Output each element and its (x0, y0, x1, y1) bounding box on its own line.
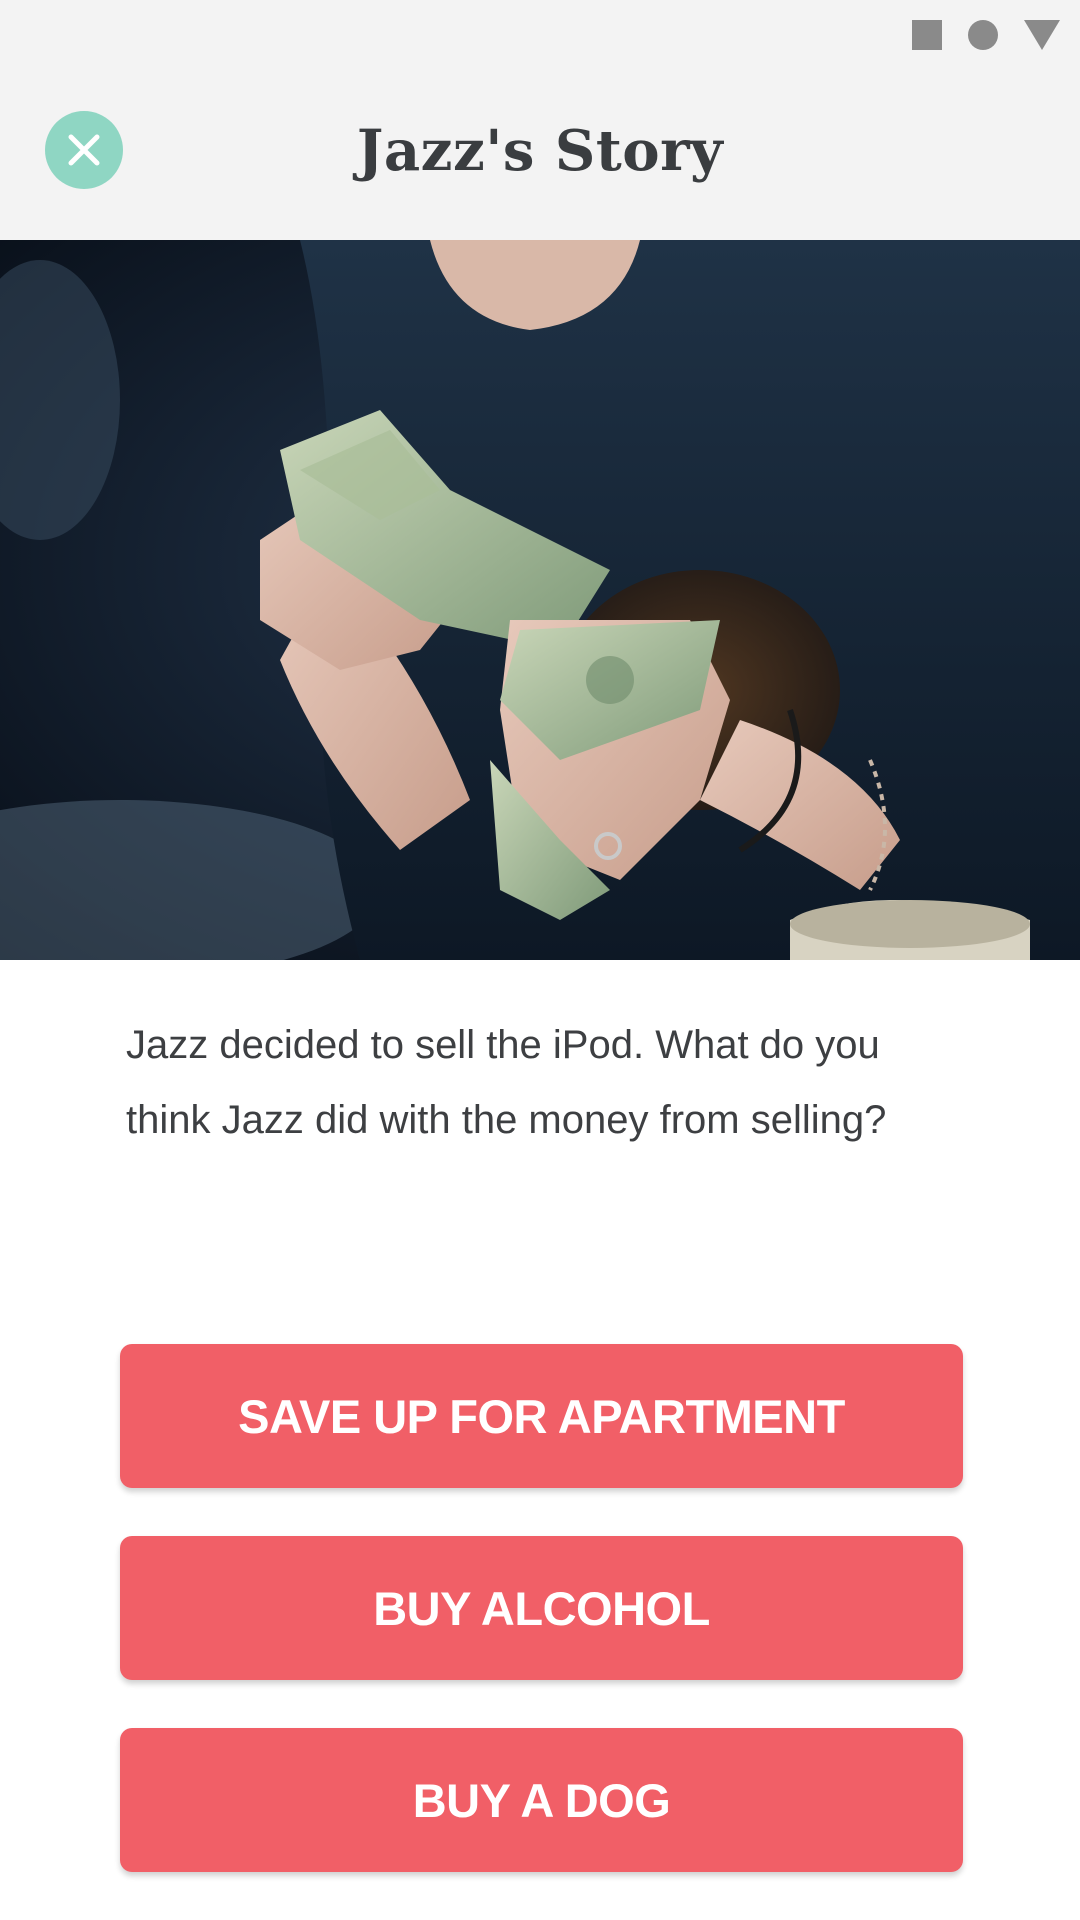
circle-icon (968, 20, 998, 50)
choice-button-save-up-for-apartment[interactable]: SAVE UP FOR APARTMENT (120, 1344, 963, 1488)
story-screen: Jazz's Story Jazz decided to sell the iP… (0, 0, 1080, 1920)
top-bar: Jazz's Story (0, 0, 1080, 240)
story-text: Jazz decided to sell the iPod. What do y… (126, 1023, 887, 1142)
page-title: Jazz's Story (356, 118, 724, 184)
triangle-icon (1024, 20, 1060, 50)
story-image (0, 240, 1080, 960)
choice-button-buy-a-dog[interactable]: BUY A DOG (120, 1728, 963, 1872)
choice-button-buy-alcohol[interactable]: BUY ALCOHOL (120, 1536, 963, 1680)
status-bar (912, 20, 1060, 50)
square-icon (912, 20, 942, 50)
